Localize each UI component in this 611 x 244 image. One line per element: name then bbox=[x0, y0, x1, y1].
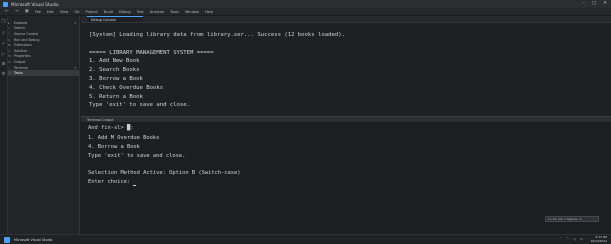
chevron-up-icon[interactable]: ˄ bbox=[560, 237, 562, 241]
play-icon: ▷ bbox=[8, 37, 11, 42]
battery-icon[interactable]: ▭ bbox=[580, 237, 583, 241]
sidebar-item-label: Explorer bbox=[14, 20, 28, 25]
system-tray: ˄ ◠ ◁ ▭ bbox=[560, 237, 583, 241]
menu-view[interactable]: View bbox=[60, 10, 69, 14]
console-line: 1. Add New Book bbox=[89, 58, 140, 65]
network-icon[interactable]: ◠ bbox=[566, 237, 569, 241]
clock-date: 10/24/2024 bbox=[590, 238, 607, 243]
console-output: [System] Loading library data from libra… bbox=[81, 23, 611, 110]
status-indicator[interactable]: Ln 12, Col 1 Spaces: 4 bbox=[545, 216, 599, 222]
close-button[interactable]: ✕ bbox=[603, 1, 607, 6]
visual-studio-logo-icon bbox=[3, 1, 8, 7]
menu-window[interactable]: Window bbox=[185, 10, 199, 14]
menu-edit[interactable]: Edit bbox=[47, 10, 54, 14]
menu-project[interactable]: Project bbox=[86, 10, 98, 14]
sidebar-item-label: Output bbox=[14, 59, 26, 64]
terminal-output: 1. Add M Overdue Books 4. Borrow a Book Ty… bbox=[81, 131, 611, 187]
sidebar: ▸ Explorer ▾ ⌕ Search ⑂ Source Control ▷ Run … bbox=[8, 16, 80, 234]
terminal-line: Type 'exit' to save and close. bbox=[88, 152, 186, 159]
console-line: ===== LIBRARY MANAGEMENT SYSTEM ===== bbox=[89, 49, 214, 56]
menu-file[interactable]: File bbox=[35, 10, 41, 14]
console-line: [System] Loading library data from libra… bbox=[89, 32, 345, 38]
console-line: 5. Return a Book bbox=[89, 93, 143, 100]
taskbar-app-visual-studio[interactable]: Microsoft Visual Studio bbox=[14, 238, 53, 242]
terminal-line: 4. Borrow a Book bbox=[88, 143, 140, 150]
start-menu-icon[interactable] bbox=[4, 236, 10, 243]
files-icon[interactable]: ❐ bbox=[1, 20, 5, 25]
sidebar-item-label: Terminal bbox=[14, 65, 28, 70]
menu-test[interactable]: Test bbox=[137, 10, 144, 14]
tab-debug-console[interactable]: Debug Console bbox=[87, 16, 143, 22]
sidebar-item-label: Solution bbox=[14, 48, 28, 53]
sidebar-item-label: Run and Debug bbox=[14, 37, 40, 42]
sidebar-item-label: Tasks bbox=[14, 71, 23, 76]
terminal-prompt: And fin-sl> █: bbox=[88, 125, 134, 131]
tasks-icon: ☐ bbox=[8, 71, 11, 76]
minimize-button[interactable]: – bbox=[583, 1, 585, 6]
search-icon: ⌕ bbox=[8, 26, 10, 31]
chevron-down-icon: ▾ bbox=[74, 20, 76, 25]
chevron-down-icon: ▾ bbox=[74, 65, 76, 70]
taskbar-clock[interactable]: 4:32 PM 10/24/2024 bbox=[590, 235, 607, 243]
terminal-icon: › bbox=[8, 65, 10, 70]
terminal-input-line[interactable]: Enter choice: bbox=[88, 178, 611, 187]
console-line: Type 'exit' to save and close. bbox=[89, 102, 191, 109]
extensions-icon[interactable]: ⊞ bbox=[2, 62, 6, 67]
terminal-panel[interactable]: And fin-sl> █: 1. Add M Overdue Books 4. … bbox=[81, 122, 611, 234]
menu-analyze[interactable]: Analyze bbox=[150, 10, 164, 14]
wrench-icon: ⚙ bbox=[8, 54, 11, 59]
menu-tools[interactable]: Tools bbox=[170, 10, 179, 14]
source-control-icon[interactable]: ⑂ bbox=[2, 41, 5, 47]
terminal-line: Selection Method Active: Option B (Switc… bbox=[88, 170, 241, 177]
window-title: Microsoft Visual Studio bbox=[11, 1, 59, 7]
branch-icon: ⑂ bbox=[8, 31, 10, 36]
output-icon: ≡ bbox=[8, 59, 11, 64]
menu-build[interactable]: Build bbox=[104, 10, 113, 14]
editor-tab-bar: Debug Console bbox=[81, 16, 611, 23]
terminal-line: 1. Add M Overdue Books bbox=[88, 135, 160, 141]
search-icon[interactable]: ⌕ bbox=[2, 30, 5, 36]
text-cursor bbox=[133, 184, 137, 186]
activity-bar: ❐ ⌕ ⑂ ▷ ⊞ ⚙ bbox=[0, 16, 8, 234]
volume-icon[interactable]: ◁ bbox=[573, 237, 576, 241]
editor-area: Debug Console [System] Loading library d… bbox=[81, 16, 611, 116]
console-line: 2. Search Books bbox=[89, 67, 140, 74]
settings-icon[interactable]: ⚙ bbox=[1, 72, 5, 77]
save-icon[interactable]: ▣ bbox=[25, 9, 29, 14]
title-bar: Microsoft Visual Studio – □ ✕ bbox=[0, 0, 611, 8]
console-line: 4. Check Overdue Books bbox=[89, 84, 164, 91]
sidebar-item-label: Source Control bbox=[14, 31, 39, 36]
taskbar: Microsoft Visual Studio ˄ ◠ ◁ ▭ 4:32 PM … bbox=[0, 234, 611, 244]
sidebar-item-tasks[interactable]: ☐ Tasks bbox=[8, 70, 79, 76]
window-controls: – □ ✕ bbox=[583, 1, 607, 6]
maximize-button[interactable]: □ bbox=[592, 1, 596, 6]
debug-icon[interactable]: ▷ bbox=[2, 52, 5, 57]
folder-icon: ▸ bbox=[8, 20, 10, 25]
sidebar-item-label: Properties bbox=[14, 54, 31, 59]
menu-help[interactable]: Help bbox=[205, 10, 213, 14]
menu-debug[interactable]: Debug bbox=[119, 10, 131, 14]
terminal-input-prompt: Enter choice: bbox=[88, 178, 134, 185]
sidebar-item-label: Extensions bbox=[14, 43, 32, 48]
extensions-icon: ⊞ bbox=[8, 43, 11, 48]
forward-arrow-icon[interactable]: → bbox=[15, 9, 19, 14]
sidebar-item-label: Search bbox=[14, 26, 26, 31]
menu-bar: ← → ▣ File Edit View Git Project Build D… bbox=[0, 8, 611, 16]
menu-git[interactable]: Git bbox=[74, 10, 79, 14]
back-arrow-icon[interactable]: ← bbox=[5, 9, 9, 14]
console-line: 3. Borrow a Book bbox=[89, 75, 143, 82]
solution-icon: ◇ bbox=[8, 48, 11, 53]
